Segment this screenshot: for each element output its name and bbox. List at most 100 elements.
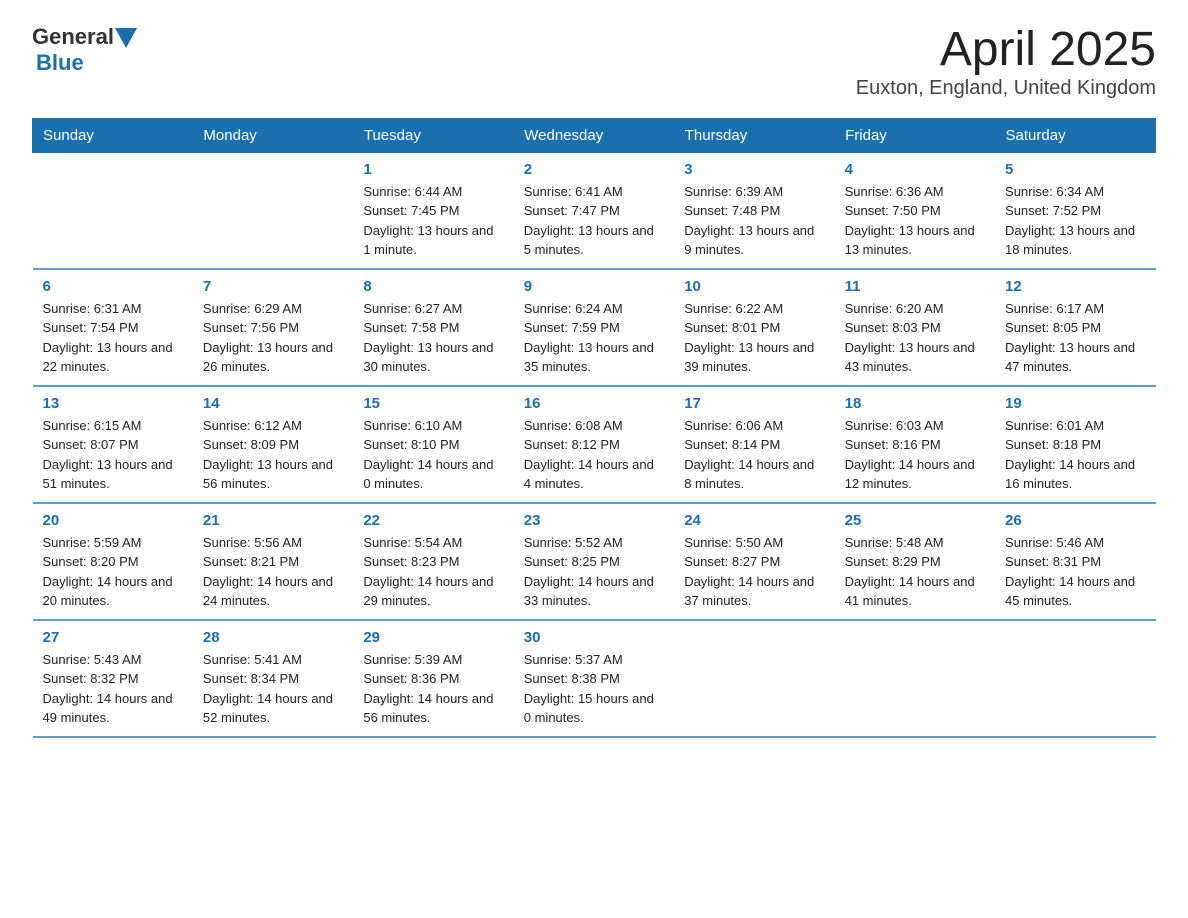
- day-number: 6: [43, 278, 183, 295]
- day-info: Sunrise: 6:22 AM Sunset: 8:01 PM Dayligh…: [684, 299, 824, 377]
- calendar-week-3: 13 Sunrise: 6:15 AM Sunset: 8:07 PM Dayli…: [33, 386, 1156, 503]
- calendar-cell: 7Sunrise: 6:29 AM Sunset: 7:56 PM Daylig…: [193, 269, 353, 386]
- day-info: Sunrise: 6:10 AM Sunset: 8:10 PM Dayligh…: [363, 416, 503, 494]
- calendar-week-1: 1Sunrise: 6:44 AM Sunset: 7:45 PM Daylig…: [33, 152, 1156, 269]
- calendar-cell: 12 Sunrise: 6:17 AM Sunset: 8:05 PM Dayli…: [995, 269, 1155, 386]
- day-number: 14: [203, 395, 343, 412]
- calendar-cell: 9 Sunrise: 6:24 AM Sunset: 7:59 PM Daylig…: [514, 269, 674, 386]
- page-header: General Blue April 2025 Euxton, England,…: [32, 24, 1156, 100]
- calendar-cell: 11Sunrise: 6:20 AM Sunset: 8:03 PM Dayli…: [835, 269, 995, 386]
- day-info: Sunrise: 6:03 AM Sunset: 8:16 PM Dayligh…: [845, 416, 985, 494]
- day-info: Sunrise: 5:48 AM Sunset: 8:29 PM Dayligh…: [845, 533, 985, 611]
- calendar-cell: 5 Sunrise: 6:34 AM Sunset: 7:52 PM Daylig…: [995, 152, 1155, 269]
- day-info: Sunrise: 6:24 AM Sunset: 7:59 PM Dayligh…: [524, 299, 664, 377]
- day-number: 29: [363, 629, 503, 646]
- calendar-cell: [193, 152, 353, 269]
- calendar-cell: 25 Sunrise: 5:48 AM Sunset: 8:29 PM Dayli…: [835, 503, 995, 620]
- day-number: 19: [1005, 395, 1145, 412]
- calendar-cell: [995, 620, 1155, 737]
- day-number: 11: [845, 278, 985, 295]
- day-number: 16: [524, 395, 664, 412]
- day-info: Sunrise: 5:37 AM Sunset: 8:38 PM Dayligh…: [524, 650, 664, 728]
- calendar-cell: 26 Sunrise: 5:46 AM Sunset: 8:31 PM Dayli…: [995, 503, 1155, 620]
- calendar-cell: 14 Sunrise: 6:12 AM Sunset: 8:09 PM Dayli…: [193, 386, 353, 503]
- day-info: Sunrise: 5:46 AM Sunset: 8:31 PM Dayligh…: [1005, 533, 1145, 611]
- day-number: 1: [363, 161, 503, 178]
- day-number: 27: [43, 629, 183, 646]
- header-wednesday: Wednesday: [514, 118, 674, 152]
- day-info: Sunrise: 6:17 AM Sunset: 8:05 PM Dayligh…: [1005, 299, 1145, 377]
- day-number: 25: [845, 512, 985, 529]
- calendar-cell: 24 Sunrise: 5:50 AM Sunset: 8:27 PM Dayli…: [674, 503, 834, 620]
- day-number: 8: [363, 278, 503, 295]
- header-tuesday: Tuesday: [353, 118, 513, 152]
- day-number: 18: [845, 395, 985, 412]
- day-number: 15: [363, 395, 503, 412]
- calendar-cell: 4 Sunrise: 6:36 AM Sunset: 7:50 PM Daylig…: [835, 152, 995, 269]
- calendar-cell: 29Sunrise: 5:39 AM Sunset: 8:36 PM Dayli…: [353, 620, 513, 737]
- day-info: Sunrise: 6:34 AM Sunset: 7:52 PM Dayligh…: [1005, 182, 1145, 260]
- day-info: Sunrise: 5:56 AM Sunset: 8:21 PM Dayligh…: [203, 533, 343, 611]
- day-info: Sunrise: 6:39 AM Sunset: 7:48 PM Dayligh…: [684, 182, 824, 260]
- day-info: Sunrise: 6:15 AM Sunset: 8:07 PM Dayligh…: [43, 416, 183, 494]
- day-info: Sunrise: 5:52 AM Sunset: 8:25 PM Dayligh…: [524, 533, 664, 611]
- header-row: Sunday Monday Tuesday Wednesday Thursday…: [33, 118, 1156, 152]
- day-number: 3: [684, 161, 824, 178]
- calendar-cell: 6 Sunrise: 6:31 AM Sunset: 7:54 PM Daylig…: [33, 269, 193, 386]
- calendar-header: Sunday Monday Tuesday Wednesday Thursday…: [33, 118, 1156, 152]
- logo: General Blue: [32, 24, 137, 76]
- calendar-cell: 15 Sunrise: 6:10 AM Sunset: 8:10 PM Dayli…: [353, 386, 513, 503]
- calendar-cell: 21 Sunrise: 5:56 AM Sunset: 8:21 PM Dayli…: [193, 503, 353, 620]
- calendar-cell: 19Sunrise: 6:01 AM Sunset: 8:18 PM Dayli…: [995, 386, 1155, 503]
- day-info: Sunrise: 6:08 AM Sunset: 8:12 PM Dayligh…: [524, 416, 664, 494]
- title-block: April 2025 Euxton, England, United Kingd…: [856, 24, 1156, 100]
- calendar-cell: 17Sunrise: 6:06 AM Sunset: 8:14 PM Dayli…: [674, 386, 834, 503]
- day-number: 28: [203, 629, 343, 646]
- day-number: 7: [203, 278, 343, 295]
- day-number: 4: [845, 161, 985, 178]
- day-number: 2: [524, 161, 664, 178]
- calendar-cell: [835, 620, 995, 737]
- header-sunday: Sunday: [33, 118, 193, 152]
- day-info: Sunrise: 6:27 AM Sunset: 7:58 PM Dayligh…: [363, 299, 503, 377]
- day-number: 5: [1005, 161, 1145, 178]
- day-number: 22: [363, 512, 503, 529]
- calendar-cell: 1Sunrise: 6:44 AM Sunset: 7:45 PM Daylig…: [353, 152, 513, 269]
- page-title: April 2025: [856, 24, 1156, 77]
- day-info: Sunrise: 6:36 AM Sunset: 7:50 PM Dayligh…: [845, 182, 985, 260]
- calendar-cell: 18 Sunrise: 6:03 AM Sunset: 8:16 PM Dayli…: [835, 386, 995, 503]
- calendar-cell: 16 Sunrise: 6:08 AM Sunset: 8:12 PM Dayli…: [514, 386, 674, 503]
- day-number: 23: [524, 512, 664, 529]
- day-number: 9: [524, 278, 664, 295]
- calendar-cell: 10Sunrise: 6:22 AM Sunset: 8:01 PM Dayli…: [674, 269, 834, 386]
- day-info: Sunrise: 5:50 AM Sunset: 8:27 PM Dayligh…: [684, 533, 824, 611]
- day-info: Sunrise: 5:54 AM Sunset: 8:23 PM Dayligh…: [363, 533, 503, 611]
- logo-blue: Blue: [36, 50, 84, 76]
- calendar-body: 1Sunrise: 6:44 AM Sunset: 7:45 PM Daylig…: [33, 152, 1156, 737]
- day-number: 20: [43, 512, 183, 529]
- day-number: 21: [203, 512, 343, 529]
- day-number: 24: [684, 512, 824, 529]
- day-info: Sunrise: 6:06 AM Sunset: 8:14 PM Dayligh…: [684, 416, 824, 494]
- calendar-cell: 20 Sunrise: 5:59 AM Sunset: 8:20 PM Dayli…: [33, 503, 193, 620]
- day-info: Sunrise: 5:43 AM Sunset: 8:32 PM Dayligh…: [43, 650, 183, 728]
- logo-triangle-icon: [115, 28, 137, 48]
- day-info: Sunrise: 6:31 AM Sunset: 7:54 PM Dayligh…: [43, 299, 183, 377]
- day-info: Sunrise: 5:59 AM Sunset: 8:20 PM Dayligh…: [43, 533, 183, 611]
- day-number: 13: [43, 395, 183, 412]
- calendar-cell: 23 Sunrise: 5:52 AM Sunset: 8:25 PM Dayli…: [514, 503, 674, 620]
- header-monday: Monday: [193, 118, 353, 152]
- calendar-week-5: 27 Sunrise: 5:43 AM Sunset: 8:32 PM Dayli…: [33, 620, 1156, 737]
- calendar-week-4: 20 Sunrise: 5:59 AM Sunset: 8:20 PM Dayli…: [33, 503, 1156, 620]
- day-info: Sunrise: 6:12 AM Sunset: 8:09 PM Dayligh…: [203, 416, 343, 494]
- logo-general: General: [32, 24, 114, 50]
- calendar-cell: 22 Sunrise: 5:54 AM Sunset: 8:23 PM Dayli…: [353, 503, 513, 620]
- calendar-cell: 13 Sunrise: 6:15 AM Sunset: 8:07 PM Dayli…: [33, 386, 193, 503]
- logo-block: General Blue: [32, 24, 137, 76]
- calendar-cell: 8 Sunrise: 6:27 AM Sunset: 7:58 PM Daylig…: [353, 269, 513, 386]
- day-number: 26: [1005, 512, 1145, 529]
- calendar-cell: [33, 152, 193, 269]
- calendar-cell: 27 Sunrise: 5:43 AM Sunset: 8:32 PM Dayli…: [33, 620, 193, 737]
- day-number: 12: [1005, 278, 1145, 295]
- calendar-table: Sunday Monday Tuesday Wednesday Thursday…: [32, 118, 1156, 738]
